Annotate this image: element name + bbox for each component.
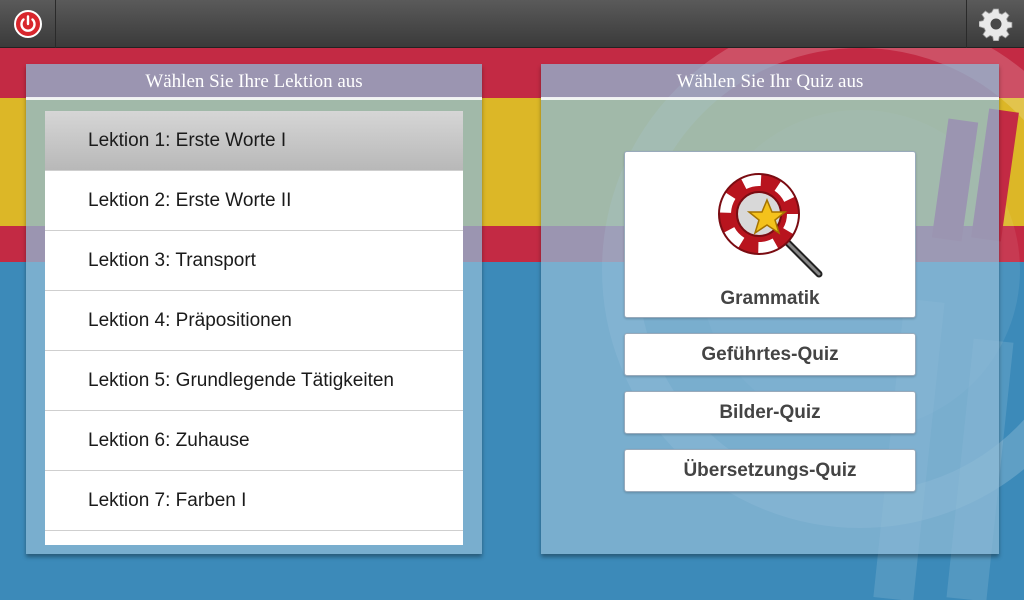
power-icon [13,10,42,38]
top-bar [0,0,1024,48]
lesson-item-6[interactable]: Lektion 6: Zuhause [45,411,463,471]
lesson-item-4[interactable]: Lektion 4: Präpositionen [45,291,463,351]
grammar-quiz-label: Grammatik [720,288,820,309]
translation-quiz-button[interactable]: Übersetzungs-Quiz [624,449,916,492]
lifebuoy-magnifier-star-icon [718,173,823,278]
grammar-quiz-button[interactable]: Grammatik [624,151,916,318]
lesson-item-3[interactable]: Lektion 3: Transport [45,231,463,291]
lesson-item-5[interactable]: Lektion 5: Grundlegende Tätigkeiten [45,351,463,411]
quiz-panel-title: Wählen Sie Ihr Quiz aus [541,64,999,100]
lesson-item-1[interactable]: Lektion 1: Erste Worte I [45,111,463,171]
picture-quiz-button[interactable]: Bilder-Quiz [624,391,916,434]
lesson-label: Lektion 7: Farben I [88,489,247,511]
lesson-item-2[interactable]: Lektion 2: Erste Worte II [45,171,463,231]
lesson-label: Lektion 3: Transport [88,249,256,271]
lesson-label: Lektion 2: Erste Worte II [88,189,292,211]
lesson-label: Lektion 5: Grundlegende Tätigkeiten [88,369,394,391]
gear-icon [978,8,1012,41]
lesson-label: Lektion 4: Präpositionen [88,309,292,331]
settings-button[interactable] [966,0,1024,48]
lesson-panel: Wählen Sie Ihre Lektion aus Lektion 1: E… [26,64,482,554]
guided-quiz-button[interactable]: Geführtes-Quiz [624,333,916,376]
lesson-item-7[interactable]: Lektion 7: Farben I [45,471,463,531]
lesson-label: Lektion 6: Zuhause [88,429,250,451]
quiz-panel: Wählen Sie Ihr Quiz aus Grammatik Geführ… [541,64,999,554]
lesson-panel-title: Wählen Sie Ihre Lektion aus [26,64,482,100]
lesson-label: Lektion 1: Erste Worte I [88,129,287,151]
power-button[interactable] [0,0,56,48]
lesson-list[interactable]: Lektion 1: Erste Worte I Lektion 2: Erst… [45,111,463,545]
